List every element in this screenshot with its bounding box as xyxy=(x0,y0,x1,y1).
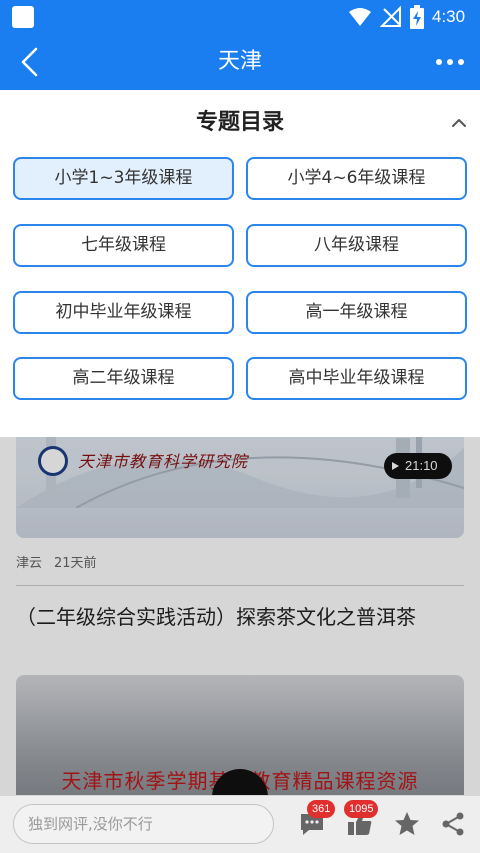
battery-charging-icon xyxy=(410,5,424,29)
share-icon xyxy=(442,812,464,836)
status-time: 4:30 xyxy=(432,7,466,26)
favorite-button[interactable] xyxy=(393,810,421,838)
topic-button-grade4-6[interactable]: 小学4~6年级课程 xyxy=(246,157,467,200)
bottom-action-bar: 独到网评,没你不行 361 1095 xyxy=(0,795,480,853)
page-title: 天津 xyxy=(217,49,262,74)
comments-button[interactable]: 361 xyxy=(298,800,336,838)
app-header: 天津 xyxy=(0,34,480,90)
chevron-up-icon[interactable] xyxy=(448,114,470,132)
topic-button-grade7[interactable]: 七年级课程 xyxy=(13,224,234,267)
topic-button-grade8[interactable]: 八年级课程 xyxy=(246,224,467,267)
wifi-icon xyxy=(349,8,371,26)
comments-count-badge: 361 xyxy=(307,800,336,818)
star-icon xyxy=(395,812,419,835)
topic-button-senior-graduation[interactable]: 高中毕业年级课程 xyxy=(246,357,467,400)
no-signal-icon xyxy=(380,6,401,27)
topic-button-junior-graduation[interactable]: 初中毕业年级课程 xyxy=(13,291,234,334)
topic-button-grade1-3[interactable]: 小学1~3年级课程 xyxy=(13,157,234,200)
app-notification-icon xyxy=(12,6,34,28)
like-button[interactable]: 1095 xyxy=(344,800,379,838)
panel-title: 专题目录 xyxy=(195,110,284,135)
share-button[interactable] xyxy=(439,810,467,838)
topic-button-senior2[interactable]: 高二年级课程 xyxy=(13,357,234,400)
topic-catalog-panel: 专题目录 小学1~3年级课程 小学4~6年级课程 七年级课程 八年级课程 初中毕… xyxy=(0,90,480,437)
topic-button-senior1[interactable]: 高一年级课程 xyxy=(246,291,467,334)
comment-input[interactable]: 独到网评,没你不行 xyxy=(13,804,274,844)
likes-count-badge: 1095 xyxy=(344,800,379,818)
more-dots-icon[interactable] xyxy=(434,50,466,74)
status-bar: 4:30 xyxy=(0,0,480,34)
